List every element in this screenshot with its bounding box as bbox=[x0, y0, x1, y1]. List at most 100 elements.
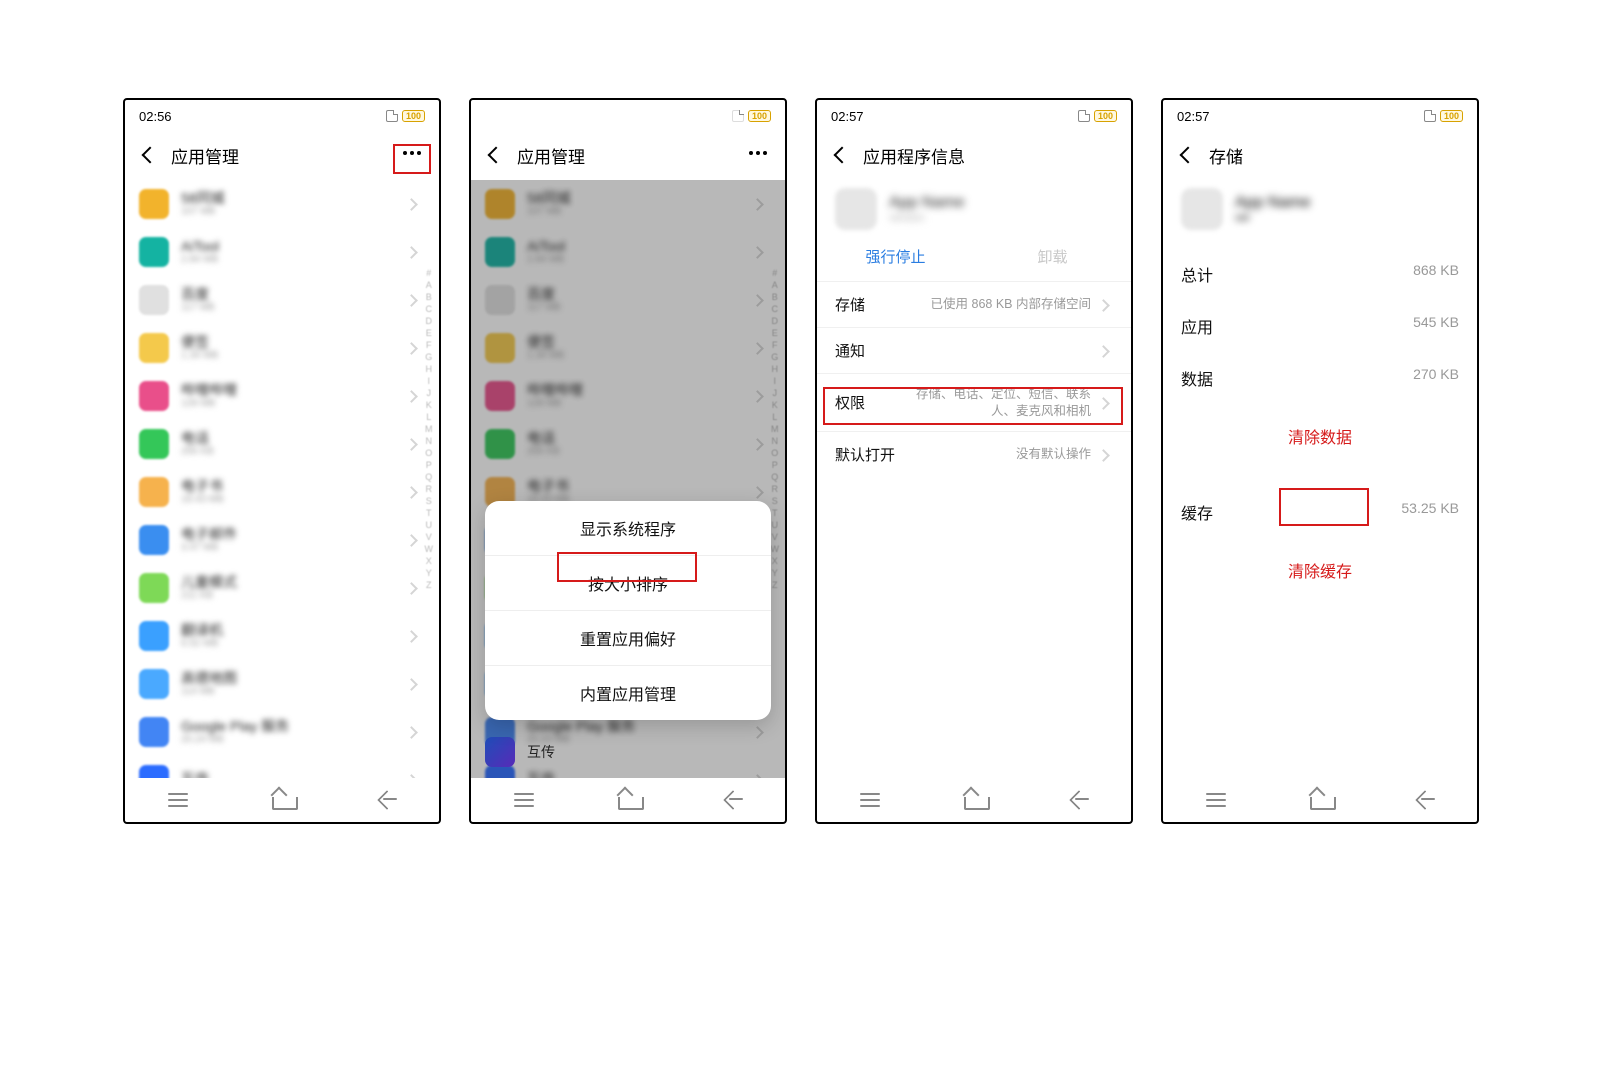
status-bar: 02:56 100 bbox=[471, 100, 785, 126]
index-letter[interactable]: P bbox=[426, 460, 432, 470]
nav-home-icon[interactable] bbox=[618, 790, 640, 810]
index-letter[interactable]: H bbox=[426, 364, 433, 374]
battery-icon: 100 bbox=[402, 110, 425, 122]
nav-home-icon[interactable] bbox=[964, 790, 986, 810]
row-label: 通知 bbox=[835, 340, 865, 361]
nav-home-icon[interactable] bbox=[1310, 790, 1332, 810]
nav-back-icon[interactable] bbox=[721, 791, 745, 809]
app-icon bbox=[139, 621, 169, 651]
sheet-item[interactable]: 内置应用管理 bbox=[485, 666, 771, 720]
app-text: 电子邮件3.47 MB bbox=[181, 527, 405, 553]
index-letter[interactable]: I bbox=[427, 376, 430, 386]
index-letter[interactable]: X bbox=[426, 556, 432, 566]
sheet-item[interactable]: 显示系统程序 bbox=[485, 501, 771, 556]
battery-icon: 100 bbox=[1094, 110, 1117, 122]
row-value: 没有默认操作 bbox=[1016, 446, 1091, 462]
index-letter[interactable]: # bbox=[426, 268, 431, 278]
index-rail[interactable]: # ABCDEFGHIJKLMNOPQRSTUVWXYZ bbox=[425, 268, 434, 590]
phone-screen-2: 02:56 100 应用管理 58同城107 MBAiTool2.84 MB百度… bbox=[469, 98, 787, 824]
notification-row[interactable]: 通知 bbox=[817, 327, 1131, 373]
chevron-right-icon bbox=[405, 244, 421, 260]
back-icon[interactable] bbox=[485, 146, 503, 164]
index-letter[interactable]: W bbox=[425, 544, 434, 554]
nav-bar bbox=[125, 778, 439, 822]
row-label: 应用 bbox=[1181, 314, 1213, 338]
more-button[interactable] bbox=[745, 144, 771, 162]
nav-home-icon[interactable] bbox=[272, 790, 294, 810]
index-letter[interactable]: N bbox=[426, 436, 433, 446]
chevron-right-icon bbox=[1097, 447, 1113, 463]
index-letter[interactable]: Y bbox=[426, 568, 432, 578]
list-item[interactable]: 高德地图114 MB bbox=[139, 660, 439, 708]
app-text: 高德地图114 MB bbox=[181, 671, 405, 697]
index-letter[interactable]: V bbox=[426, 532, 432, 542]
index-letter[interactable]: R bbox=[426, 484, 433, 494]
permissions-row[interactable]: 权限 存储、电话、定位、短信、联系人、麦克风和相机 bbox=[817, 373, 1131, 431]
clock: 02:56 bbox=[139, 109, 172, 124]
default-open-row[interactable]: 默认打开 没有默认操作 bbox=[817, 431, 1131, 477]
app-icon bbox=[139, 525, 169, 555]
clear-cache-button[interactable]: 清除缓存 bbox=[1163, 538, 1477, 602]
index-letter[interactable]: O bbox=[425, 448, 432, 458]
list-item[interactable]: 百度117 MB bbox=[139, 276, 439, 324]
force-stop-button[interactable]: 强行停止 bbox=[817, 246, 974, 267]
nav-back-icon[interactable] bbox=[375, 791, 399, 809]
index-letter[interactable]: S bbox=[426, 496, 432, 506]
list-item[interactable]: 互传 bbox=[139, 756, 439, 778]
list-item[interactable]: 电话256 KB bbox=[139, 420, 439, 468]
list-item[interactable]: Google Play 服务20.24 MB bbox=[139, 708, 439, 756]
nav-back-icon[interactable] bbox=[1413, 791, 1437, 809]
storage-row[interactable]: 存储 已使用 868 KB 内部存储空间 bbox=[817, 281, 1131, 327]
chevron-right-icon bbox=[405, 388, 421, 404]
cache-size-row: 缓存 53.25 KB bbox=[1163, 486, 1477, 538]
index-letter[interactable]: J bbox=[427, 388, 432, 398]
index-letter[interactable]: U bbox=[426, 520, 433, 530]
back-icon[interactable] bbox=[139, 146, 157, 164]
clear-data-button[interactable]: 清除数据 bbox=[1163, 404, 1477, 468]
nav-recents-icon[interactable] bbox=[511, 790, 537, 810]
index-letter[interactable]: Z bbox=[426, 580, 432, 590]
index-letter[interactable]: G bbox=[425, 352, 432, 362]
app-icon bbox=[139, 669, 169, 699]
index-letter[interactable]: Q bbox=[425, 472, 432, 482]
app-text: 互传 bbox=[181, 772, 405, 778]
index-letter[interactable]: B bbox=[426, 292, 432, 302]
list-item[interactable]: 哔哩哔哩128 MB bbox=[139, 372, 439, 420]
chevron-right-icon bbox=[405, 532, 421, 548]
list-item[interactable]: 便签1.34 MB bbox=[139, 324, 439, 372]
list-item[interactable]: 电子邮件3.47 MB bbox=[139, 516, 439, 564]
sheet-item[interactable]: 重置应用偏好 bbox=[485, 611, 771, 666]
row-label: 数据 bbox=[1181, 366, 1213, 390]
back-icon[interactable] bbox=[1177, 146, 1195, 164]
list-item[interactable]: AiTool2.84 MB bbox=[139, 228, 439, 276]
nav-recents-icon[interactable] bbox=[857, 790, 883, 810]
nav-back-icon[interactable] bbox=[1067, 791, 1091, 809]
nav-recents-icon[interactable] bbox=[1203, 790, 1229, 810]
index-letter[interactable]: E bbox=[426, 328, 432, 338]
nav-recents-icon[interactable] bbox=[165, 790, 191, 810]
sheet-item[interactable]: 按大小排序 bbox=[485, 556, 771, 611]
index-letter[interactable]: A bbox=[426, 280, 432, 290]
index-letter[interactable]: C bbox=[426, 304, 433, 314]
index-letter[interactable]: M bbox=[425, 424, 433, 434]
app-text: Google Play 服务20.24 MB bbox=[181, 719, 405, 745]
app-text: 便签1.34 MB bbox=[181, 335, 405, 361]
index-letter[interactable]: K bbox=[426, 400, 432, 410]
list-item[interactable]: 儿童模式211 KB bbox=[139, 564, 439, 612]
index-letter[interactable]: T bbox=[426, 508, 432, 518]
row-label: 默认打开 bbox=[835, 444, 895, 465]
chevron-right-icon bbox=[405, 292, 421, 308]
app-icon bbox=[139, 189, 169, 219]
chevron-right-icon bbox=[405, 436, 421, 452]
clock: 02:57 bbox=[1177, 109, 1210, 124]
index-letter[interactable]: D bbox=[426, 316, 433, 326]
list-item[interactable]: 电子书19.43 MB bbox=[139, 468, 439, 516]
list-item[interactable]: 翻译机6.52 MB bbox=[139, 612, 439, 660]
index-letter[interactable]: L bbox=[426, 412, 431, 422]
index-letter[interactable]: F bbox=[426, 340, 432, 350]
more-button[interactable] bbox=[399, 144, 425, 162]
back-icon[interactable] bbox=[831, 146, 849, 164]
list-item[interactable]: 58同城107 MB bbox=[139, 180, 439, 228]
app-list: 58同城107 MBAiTool2.84 MB百度117 MB 便签1.34 MB… bbox=[125, 180, 439, 778]
app-size-row: 应用 545 KB bbox=[1163, 300, 1477, 352]
